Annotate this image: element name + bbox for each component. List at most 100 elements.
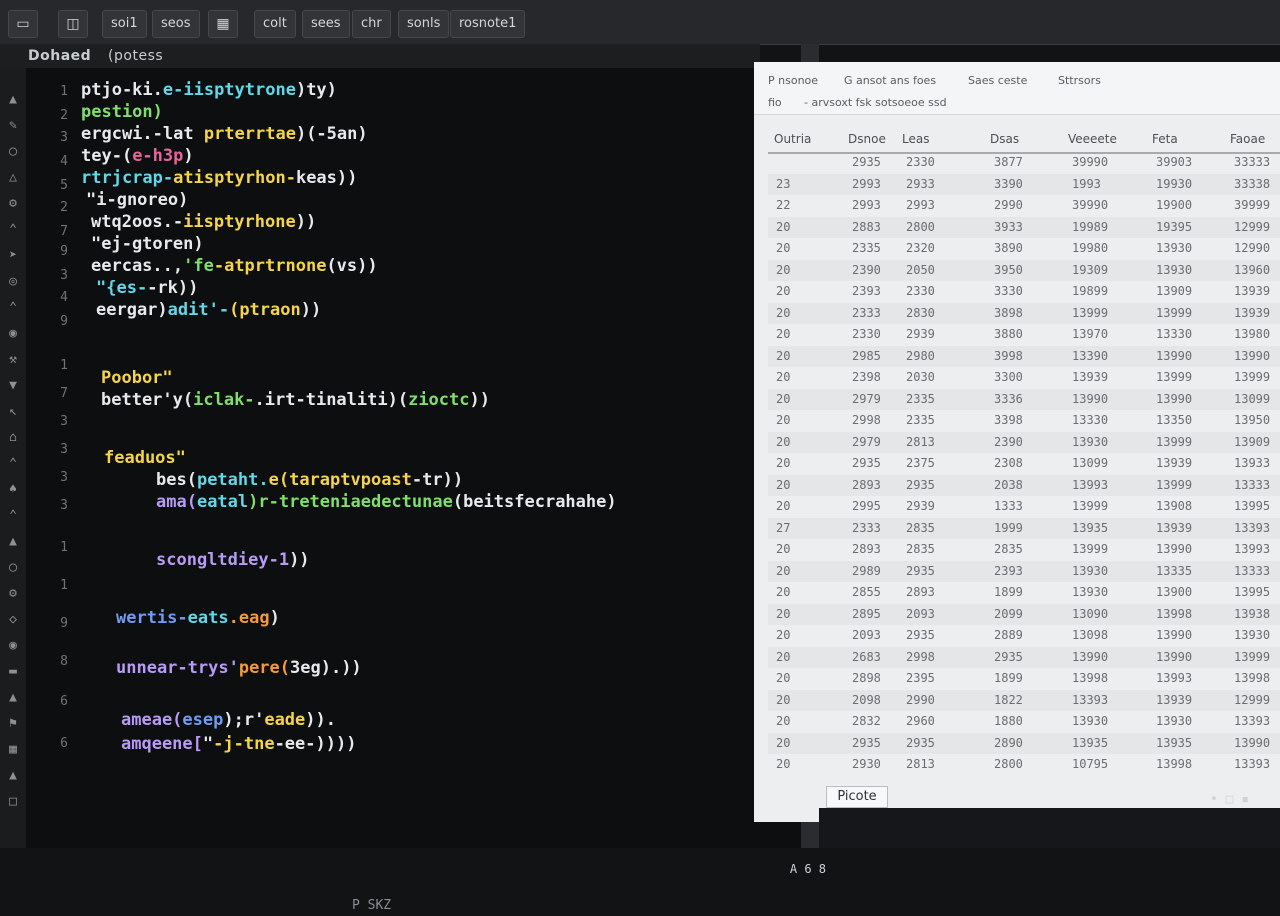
table-cell[interactable]: 13993: [1072, 478, 1108, 492]
table-cell[interactable]: 20: [776, 456, 790, 470]
table-cell[interactable]: 1899: [994, 585, 1023, 599]
table-cell[interactable]: 12999: [1234, 220, 1270, 234]
toolbar-item-sees[interactable]: sees: [302, 10, 350, 38]
table-cell[interactable]: 19899: [1072, 284, 1108, 298]
table-cell[interactable]: 13999: [1072, 542, 1108, 556]
table-cell[interactable]: 2038: [994, 478, 1023, 492]
table-cell[interactable]: 13900: [1156, 585, 1192, 599]
table-cell[interactable]: 13999: [1156, 435, 1192, 449]
table-cell[interactable]: 2093: [906, 607, 935, 621]
toolbar-item-sonls[interactable]: sonls: [398, 10, 450, 38]
code-line[interactable]: tey-(e-h3p): [81, 146, 194, 166]
table-cell[interactable]: 2835: [906, 521, 935, 535]
table-cell[interactable]: 2939: [906, 499, 935, 513]
grid-toolbar-item-1[interactable]: P nsonoe: [768, 74, 818, 87]
home-icon[interactable]: ⌂: [5, 430, 21, 446]
table-cell[interactable]: 13999: [1234, 650, 1270, 664]
sheet-tab[interactable]: Picote: [826, 786, 888, 808]
table-cell[interactable]: 2330: [852, 327, 881, 341]
table-cell[interactable]: 13998: [1234, 671, 1270, 685]
caret-icon-2[interactable]: ⌃: [5, 456, 21, 472]
table-cell[interactable]: 2935: [852, 456, 881, 470]
table-cell[interactable]: 19989: [1072, 220, 1108, 234]
table-cell[interactable]: 39990: [1072, 198, 1108, 212]
table-cell[interactable]: 2393: [852, 284, 881, 298]
table-cell[interactable]: 13998: [1072, 671, 1108, 685]
table-cell[interactable]: 13999: [1156, 306, 1192, 320]
code-editor[interactable]: 12345279349173333119866 ptjo-ki.e-iispty…: [26, 68, 826, 913]
table-cell[interactable]: 27: [776, 521, 790, 535]
table-row[interactable]: 20 2898 2395 1899 13998 13993 13998: [768, 668, 1280, 689]
table-row[interactable]: 20 2855 2893 1899 13930 13900 13995: [768, 582, 1280, 603]
table-cell[interactable]: 2935: [852, 155, 881, 169]
grid-toolbar-item-5[interactable]: fio: [768, 96, 782, 109]
table-cell[interactable]: 2960: [906, 714, 935, 728]
table-cell[interactable]: 13393: [1234, 757, 1270, 771]
table-row[interactable]: 20 2979 2813 2390 13930 13999 13909: [768, 431, 1280, 453]
table-cell[interactable]: 13999: [1156, 478, 1192, 492]
table-cell[interactable]: 3390: [994, 177, 1023, 191]
table-cell[interactable]: 13930: [1072, 564, 1108, 578]
table-row[interactable]: 20 2895 2093 2099 13090 13998 13938: [768, 603, 1280, 625]
table-cell[interactable]: 20: [776, 693, 790, 707]
grid-toolbar-item-6[interactable]: - arvsoxt fsk sotsoeoe ssd: [804, 96, 947, 109]
table-cell[interactable]: 2830: [906, 306, 935, 320]
cursor-icon[interactable]: ↖: [5, 404, 21, 420]
table-cell[interactable]: 2098: [852, 693, 881, 707]
table-cell[interactable]: 20: [776, 241, 790, 255]
flag-icon[interactable]: ⚑: [5, 716, 21, 732]
table-row[interactable]: 20 2683 2998 2935 13990 13990 13999: [768, 646, 1280, 668]
table-cell[interactable]: 13990: [1072, 650, 1108, 664]
toolbar-item-rosnote1[interactable]: rosnote1: [450, 10, 526, 38]
toolbar-item-colt[interactable]: colt: [254, 10, 296, 38]
table-cell[interactable]: 13990: [1156, 542, 1192, 556]
table-row[interactable]: 20 2832 2960 1880 13930 13930 13393: [768, 711, 1280, 732]
grid-toolbar-item-2[interactable]: G ansot ans foes: [844, 74, 936, 87]
table-row[interactable]: 20 2883 2800 3933 19989 19395 12999: [768, 216, 1280, 238]
table-cell[interactable]: 2813: [906, 757, 935, 771]
table-cell[interactable]: 2998: [852, 413, 881, 427]
table-cell[interactable]: 13935: [1072, 521, 1108, 535]
table-cell[interactable]: 3330: [994, 284, 1023, 298]
table-cell[interactable]: 2993: [906, 198, 935, 212]
table-cell[interactable]: 2893: [852, 542, 881, 556]
table-cell[interactable]: 13990: [1072, 392, 1108, 406]
code-line[interactable]: "ej-gtoren): [91, 234, 204, 254]
code-line[interactable]: pestion): [81, 102, 163, 122]
table-cell[interactable]: 13330: [1156, 327, 1192, 341]
table-cell[interactable]: 2800: [906, 220, 935, 234]
table-row[interactable]: 20 2998 2335 3398 13330 13350 13950: [768, 410, 1280, 431]
table-cell[interactable]: 3998: [994, 349, 1023, 363]
bookmark-icon[interactable]: ▼: [5, 378, 21, 394]
table-cell[interactable]: 13999: [1234, 370, 1270, 384]
table-cell[interactable]: 33338: [1234, 177, 1270, 191]
table-cell[interactable]: 2835: [994, 542, 1023, 556]
table-row[interactable]: 20 2398 2030 3300 13939 13999 13999: [768, 367, 1280, 388]
grid-icon[interactable]: ▦: [208, 10, 238, 38]
table-cell[interactable]: 2993: [852, 198, 881, 212]
table-cell[interactable]: 20: [776, 263, 790, 277]
table-cell[interactable]: 13980: [1234, 327, 1270, 341]
table-cell[interactable]: 19930: [1156, 177, 1192, 191]
column-header[interactable]: Faoae: [1230, 132, 1265, 146]
table-cell[interactable]: 20: [776, 435, 790, 449]
table-cell[interactable]: 20: [776, 650, 790, 664]
triangle-icon[interactable]: △: [5, 170, 21, 186]
table-cell[interactable]: 2333: [852, 521, 881, 535]
tab-shape-icon[interactable]: ▭: [8, 10, 38, 38]
table-cell[interactable]: 20: [776, 585, 790, 599]
table-cell[interactable]: 13970: [1072, 327, 1108, 341]
column-header[interactable]: Outria: [774, 132, 811, 146]
table-cell[interactable]: 20: [776, 284, 790, 298]
table-cell[interactable]: 3398: [994, 413, 1023, 427]
table-cell[interactable]: 3898: [994, 306, 1023, 320]
caret-icon-3[interactable]: ⌃: [5, 508, 21, 524]
table-cell[interactable]: 13999: [1072, 499, 1108, 513]
table-cell[interactable]: 39999: [1234, 198, 1270, 212]
table-cell[interactable]: 13909: [1234, 435, 1270, 449]
table-cell[interactable]: 13393: [1234, 714, 1270, 728]
table-cell[interactable]: 20: [776, 671, 790, 685]
table-cell[interactable]: 3933: [994, 220, 1023, 234]
table-cell[interactable]: 13938: [1234, 607, 1270, 621]
table-cell[interactable]: 2989: [852, 564, 881, 578]
